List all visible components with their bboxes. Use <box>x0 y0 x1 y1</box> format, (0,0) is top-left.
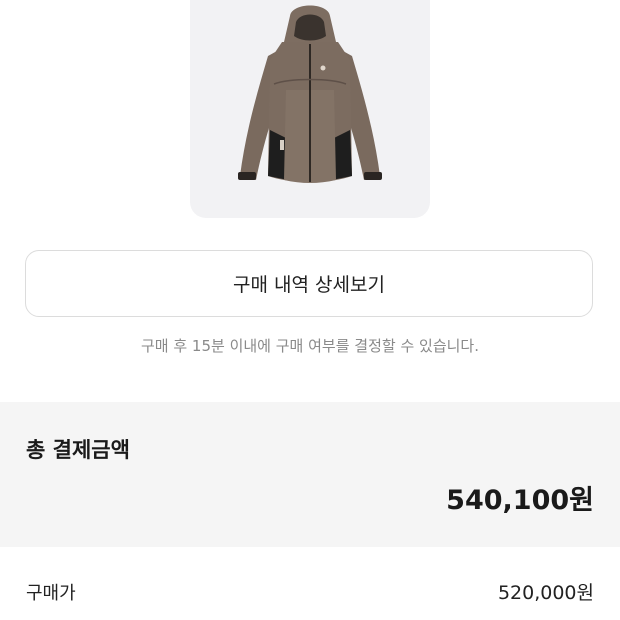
jacket-image <box>238 5 382 183</box>
payment-summary: 총 결제금액 540,100원 <box>0 402 620 547</box>
decision-notice: 구매 후 15분 이내에 구매 여부를 결정할 수 있습니다. <box>140 337 479 355</box>
purchase-detail-page: 구매 내역 상세보기 구매 후 15분 이내에 구매 여부를 결정할 수 있습니… <box>0 0 620 620</box>
purchase-detail-button-label: 구매 내역 상세보기 <box>233 274 385 296</box>
total-payment-amount: 540,100원 <box>446 485 594 516</box>
purchase-price-label: 구매가 <box>26 583 76 604</box>
total-payment-title: 총 결제금액 <box>26 438 130 462</box>
purchase-price-value: 520,000원 <box>497 582 594 604</box>
purchase-detail-button[interactable]: 구매 내역 상세보기 <box>25 250 593 317</box>
price-row: 구매가 520,000원 <box>0 547 620 620</box>
product-image-card <box>190 0 430 218</box>
